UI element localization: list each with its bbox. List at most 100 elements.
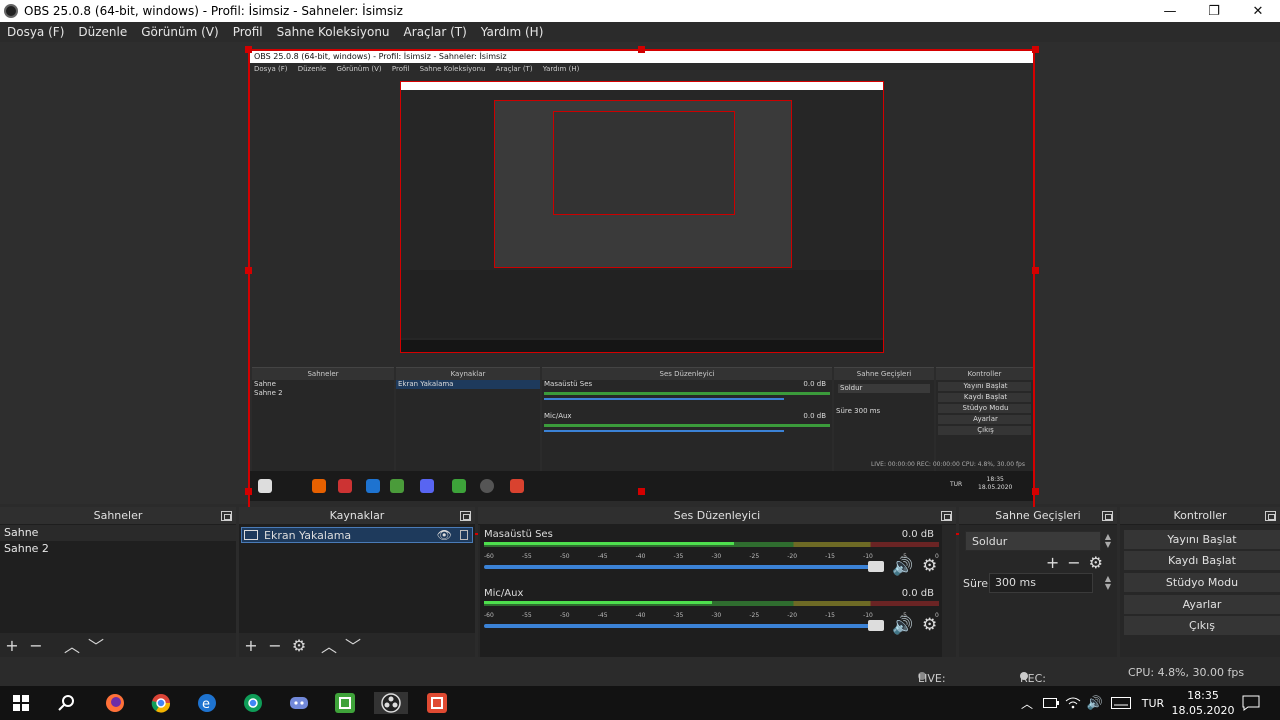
- gear-icon[interactable]: ⚙: [1089, 553, 1103, 572]
- language-indicator[interactable]: TUR: [1140, 692, 1166, 714]
- move-down-icon[interactable]: ﹀: [345, 633, 361, 657]
- start-recording-button[interactable]: Kaydı Başlat: [1124, 551, 1280, 570]
- menu-file[interactable]: Dosya (F): [0, 25, 71, 39]
- move-down-icon[interactable]: ﹀: [88, 633, 104, 657]
- resize-handle[interactable]: [245, 267, 252, 274]
- svg-text:e: e: [202, 697, 210, 712]
- menu-edit[interactable]: Düzenle: [71, 25, 134, 39]
- obs-icon[interactable]: [374, 692, 408, 714]
- start-streaming-button[interactable]: Yayını Başlat: [1124, 530, 1280, 549]
- move-up-icon[interactable]: ︿: [64, 633, 80, 657]
- menu-scene-collection[interactable]: Sahne Koleksiyonu: [270, 25, 397, 39]
- search-icon[interactable]: [56, 692, 78, 714]
- battery-icon[interactable]: [1040, 692, 1062, 714]
- nested-menu-item: Görünüm (V): [336, 65, 382, 73]
- volume-slider[interactable]: [484, 620, 884, 631]
- mixer-dock-header: Ses Düzenleyici: [478, 507, 956, 525]
- gear-icon[interactable]: ⚙: [922, 615, 937, 635]
- select-arrows-icon[interactable]: ▲ ▼: [1105, 533, 1111, 549]
- volume-slider-knob[interactable]: [868, 620, 884, 631]
- volume-icon[interactable]: 🔊: [1084, 692, 1106, 714]
- resize-handle[interactable]: [245, 46, 252, 53]
- eye-icon[interactable]: 👁: [437, 528, 452, 542]
- preview-area[interactable]: OBS 25.0.8 (64-bit, windows) - Profil: İ…: [0, 42, 1280, 535]
- undock-icon[interactable]: [1265, 511, 1276, 521]
- source-item[interactable]: Ekran Yakalama 👁: [241, 527, 473, 543]
- source-label: Ekran Yakalama: [264, 528, 352, 542]
- speaker-icon[interactable]: 🔊: [892, 557, 913, 577]
- recorder-icon[interactable]: [426, 692, 448, 714]
- menu-help[interactable]: Yardım (H): [474, 25, 551, 39]
- volume-slider-knob[interactable]: [868, 561, 884, 572]
- resize-handle[interactable]: [638, 46, 645, 53]
- lock-icon[interactable]: [460, 530, 468, 540]
- remove-transition-button[interactable]: −: [1067, 553, 1080, 572]
- chevron-up-icon[interactable]: ︿: [1016, 692, 1038, 714]
- add-transition-button[interactable]: +: [1046, 553, 1059, 572]
- nested-start-icon: [258, 479, 272, 493]
- resize-handle[interactable]: [1032, 46, 1039, 53]
- windows-start-icon[interactable]: [10, 692, 32, 714]
- transition-select[interactable]: Soldur: [965, 531, 1101, 551]
- nested-meter: [544, 392, 830, 395]
- nested-menu-item: Dosya (F): [254, 65, 288, 73]
- settings-button[interactable]: Ayarlar: [1124, 595, 1280, 614]
- notification-icon[interactable]: [1240, 692, 1262, 714]
- chrome-icon[interactable]: [150, 692, 172, 714]
- window-title: OBS 25.0.8 (64-bit, windows) - Profil: İ…: [24, 4, 403, 18]
- undock-icon[interactable]: [1102, 511, 1113, 521]
- speaker-icon[interactable]: 🔊: [892, 616, 913, 636]
- controls-dock-title: Kontroller: [1173, 509, 1227, 522]
- track-db: 0.0 dB: [901, 529, 934, 540]
- move-up-icon[interactable]: ︿: [321, 633, 337, 657]
- add-scene-button[interactable]: +: [4, 636, 20, 655]
- undock-icon[interactable]: [460, 511, 471, 521]
- add-source-button[interactable]: +: [243, 636, 259, 655]
- clock[interactable]: 18:35 18.05.2020: [1168, 688, 1238, 718]
- scene-item[interactable]: Sahne 2: [0, 541, 236, 557]
- duration-input[interactable]: 300 ms: [989, 573, 1093, 593]
- nested-source-item: Ekran Yakalama: [396, 380, 540, 389]
- nested-track-name: Masaüstü Ses 0.0 dB: [544, 380, 826, 388]
- resize-handle[interactable]: [1032, 488, 1039, 495]
- edge-icon[interactable]: e: [196, 692, 218, 714]
- scene-item[interactable]: Sahne: [0, 525, 236, 541]
- studio-mode-button[interactable]: Stüdyo Modu: [1124, 573, 1280, 592]
- firefox-icon[interactable]: [104, 692, 126, 714]
- menu-profile[interactable]: Profil: [226, 25, 270, 39]
- maximize-button[interactable]: ❐: [1192, 0, 1236, 22]
- undock-icon[interactable]: [221, 511, 232, 521]
- mixer-track-desktop: Masaüstü Ses 0.0 dB -60 -55 -50 -45 -40 -35 -3…: [484, 529, 939, 585]
- gear-icon[interactable]: ⚙: [291, 636, 307, 655]
- remove-source-button[interactable]: −: [267, 636, 283, 655]
- close-button[interactable]: ✕: [1236, 0, 1280, 22]
- resize-handle[interactable]: [245, 488, 252, 495]
- resize-handle[interactable]: [1032, 267, 1039, 274]
- discord-icon[interactable]: [288, 692, 310, 714]
- cpu-status: CPU: 4.8%, 30.00 fps: [1128, 666, 1245, 679]
- nested-menu-bar: Dosya (F) Düzenle Görünüm (V) Profil Sah…: [250, 63, 1033, 75]
- screen-capture-source[interactable]: OBS 25.0.8 (64-bit, windows) - Profil: İ…: [248, 49, 1035, 535]
- nested-scene-item: Sahne 2: [254, 389, 283, 397]
- volume-slider[interactable]: [484, 561, 884, 572]
- nested-scene-item: Sahne: [254, 380, 276, 388]
- sources-dock: Kaynaklar Ekran Yakalama 👁 + − ⚙ ︿ ﹀: [239, 507, 475, 657]
- spin-arrows-icon[interactable]: ▲ ▼: [1105, 575, 1111, 591]
- chrome-icon[interactable]: [242, 692, 264, 714]
- remove-scene-button[interactable]: −: [28, 636, 44, 655]
- exit-button[interactable]: Çıkış: [1124, 616, 1280, 635]
- undock-icon[interactable]: [941, 511, 952, 521]
- menu-view[interactable]: Görünüm (V): [134, 25, 225, 39]
- clock-date: 18.05.2020: [1171, 704, 1235, 717]
- meter-scale: -60 -55 -50 -45 -40 -35 -30 -25 -20 -15 -10 -5 0: [484, 553, 939, 560]
- camtasia-icon[interactable]: [334, 692, 356, 714]
- minimize-button[interactable]: —: [1148, 0, 1192, 22]
- menu-tools[interactable]: Araçlar (T): [397, 25, 474, 39]
- recursive-docks: [401, 270, 883, 338]
- nested-control-button: Kaydı Başlat: [938, 393, 1031, 402]
- transitions-dock: Sahne Geçişleri Soldur ▲ ▼ + − ⚙ Süre 300…: [959, 507, 1117, 657]
- resize-handle[interactable]: [638, 488, 645, 495]
- keyboard-icon[interactable]: [1110, 692, 1132, 714]
- gear-icon[interactable]: ⚙: [922, 556, 937, 576]
- wifi-icon[interactable]: [1062, 692, 1084, 714]
